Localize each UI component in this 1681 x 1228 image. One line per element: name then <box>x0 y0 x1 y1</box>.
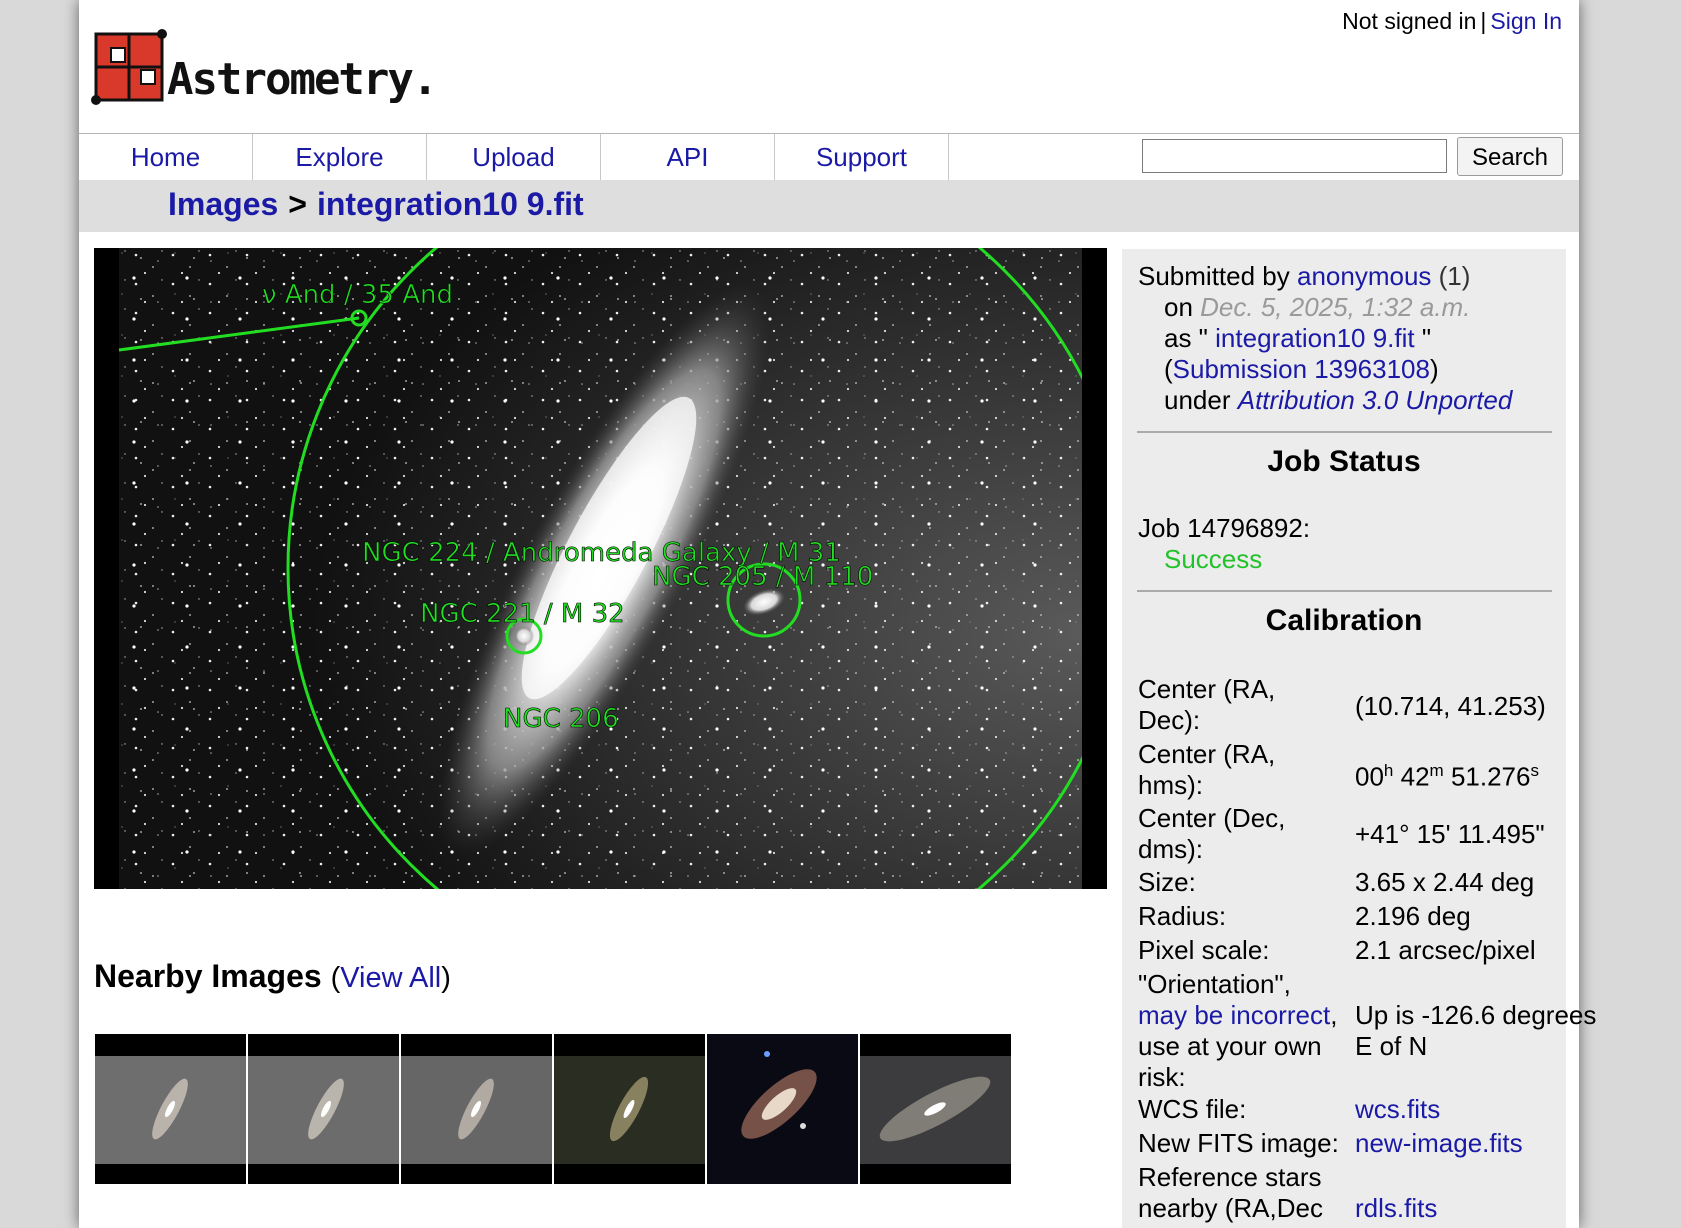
nearby-thumbnail[interactable] <box>401 1034 552 1184</box>
nearby-thumbnail[interactable] <box>95 1034 246 1184</box>
user-count: (1) <box>1438 261 1471 291</box>
nav-upload[interactable]: Upload <box>427 134 601 180</box>
under-label: under <box>1164 385 1231 415</box>
cal-label-center-dms: Center (Dec, dms): <box>1138 803 1286 864</box>
nearby-images-heading: Nearby Images (View All) <box>94 958 451 995</box>
submission-close: ) <box>1429 354 1439 384</box>
cal-label-center-hms: Center (RA, hms): <box>1138 739 1276 800</box>
may-be-incorrect-link[interactable]: may be incorrect <box>1138 1000 1330 1030</box>
cal-value-radius: 2.196 deg <box>1355 901 1471 931</box>
astrometry-logo[interactable]: Astrometry.net <box>89 24 434 112</box>
search-button[interactable]: Search <box>1457 137 1563 176</box>
annotated-sky-image[interactable]: ν And / 35 And NGC 224 / Andromeda Galax… <box>94 248 1107 889</box>
job-label: Job 14796892: <box>1138 513 1311 543</box>
signin-area: Not signed in | Sign In <box>1342 8 1562 35</box>
page: Astrometry.net Not signed in|Sign In Hom… <box>79 0 1596 1228</box>
submission-link[interactable]: Submission 13963108 <box>1173 354 1430 384</box>
calibration-title: Calibration <box>1265 604 1423 637</box>
signin-separator: | <box>1480 8 1487 34</box>
submitted-on-line: on Dec. 5, 2025, 1:32 a.m. <box>1164 292 1470 323</box>
job-status-value: Success <box>1164 544 1263 574</box>
cal-value-center-radec: (10.714, 41.253) <box>1355 691 1546 721</box>
sign-in-link[interactable]: Sign In <box>1490 8 1562 34</box>
annotation-m110: NGC 205 / M 110 <box>652 562 873 592</box>
nearby-thumbnail[interactable] <box>248 1034 399 1184</box>
submission-date: Dec. 5, 2025, 1:32 a.m. <box>1200 292 1471 322</box>
on-label: on <box>1164 292 1193 322</box>
cal-label-radius: Radius: <box>1138 901 1227 931</box>
wcs-fits-link[interactable]: wcs.fits <box>1355 1094 1440 1125</box>
open-paren: ( <box>330 962 341 994</box>
search-input[interactable] <box>1142 139 1447 173</box>
cal-value-orientation: Up is -126.6 degrees E of N <box>1355 1000 1597 1061</box>
nav-explore[interactable]: Explore <box>253 134 427 180</box>
user-link[interactable]: anonymous <box>1297 261 1431 291</box>
filename-link[interactable]: integration10 9.fit <box>1215 323 1414 353</box>
cal-label-orientation: "Orientation", may be incorrect, use at yo… <box>1138 969 1338 1092</box>
cal-label-reference-stars: Reference stars nearby (RA,Dec <box>1138 1162 1323 1223</box>
breadcrumb: Images > integration10 9.fit <box>168 186 584 223</box>
close-paren: ) <box>441 962 451 994</box>
annotation-ngc206: NGC 206 <box>503 704 619 734</box>
breadcrumb-bar: Images > integration10 9.fit <box>79 180 1579 232</box>
cal-value-center-hms: 00h 42m 51.276s <box>1355 761 1539 792</box>
cal-label-wcs-file: WCS file: <box>1138 1094 1247 1124</box>
nav-home[interactable]: Home <box>79 134 253 180</box>
nearby-title: Nearby Images <box>94 958 322 994</box>
divider <box>1137 431 1552 433</box>
cal-value-center-dms: +41° 15' 11.495" <box>1355 819 1545 849</box>
submission-line: (Submission 13963108) <box>1164 354 1439 385</box>
nav-support[interactable]: Support <box>775 134 949 180</box>
breadcrumb-separator: > <box>288 186 307 222</box>
job-status-title: Job Status <box>1267 445 1421 478</box>
svg-text:Astrometry.net: Astrometry.net <box>167 54 434 105</box>
license-line: under Attribution 3.0 Unported <box>1164 385 1512 416</box>
main-nav: Home Explore Upload API Support Search <box>79 133 1579 181</box>
nearby-thumbnail[interactable] <box>707 1034 858 1184</box>
nearby-thumbnail[interactable] <box>860 1034 1011 1184</box>
annotation-nu-and: ν And / 35 And <box>262 280 453 310</box>
rdls-fits-link[interactable]: rdls.fits <box>1355 1193 1437 1224</box>
cal-label-size: Size: <box>1138 867 1196 897</box>
license-link[interactable]: Attribution 3.0 Unported <box>1238 385 1513 415</box>
as-label: as " <box>1164 323 1208 353</box>
cal-label-new-fits: New FITS image: <box>1138 1128 1339 1158</box>
signin-status: Not signed in <box>1342 8 1477 34</box>
cal-label-center-radec: Center (RA, Dec): <box>1138 674 1276 735</box>
breadcrumb-current-link[interactable]: integration10 9.fit <box>317 186 584 222</box>
submitted-by-line: Submitted by anonymous (1) <box>1138 261 1470 292</box>
view-all-link[interactable]: View All <box>340 962 441 994</box>
submission-open: ( <box>1164 354 1173 384</box>
nearby-thumbnail[interactable] <box>554 1034 705 1184</box>
cal-value-pixel-scale: 2.1 arcsec/pixel <box>1355 935 1536 965</box>
nav-api[interactable]: API <box>601 134 775 180</box>
divider <box>1137 590 1552 592</box>
new-image-fits-link[interactable]: new-image.fits <box>1355 1128 1523 1159</box>
submitted-as-line: as " integration10 9.fit " <box>1164 323 1431 354</box>
breadcrumb-images-link[interactable]: Images <box>168 186 278 222</box>
as-close: " <box>1421 323 1432 353</box>
annotation-m32: NGC 221 / M 32 <box>420 599 625 629</box>
cal-value-size: 3.65 x 2.44 deg <box>1355 867 1535 897</box>
cal-label-pixel-scale: Pixel scale: <box>1138 935 1270 965</box>
nearby-thumbnails <box>95 1034 1013 1184</box>
submitted-by-label: Submitted by <box>1138 261 1290 291</box>
info-sidebar: Submitted by anonymous (1) on Dec. 5, 20… <box>1122 249 1596 1228</box>
